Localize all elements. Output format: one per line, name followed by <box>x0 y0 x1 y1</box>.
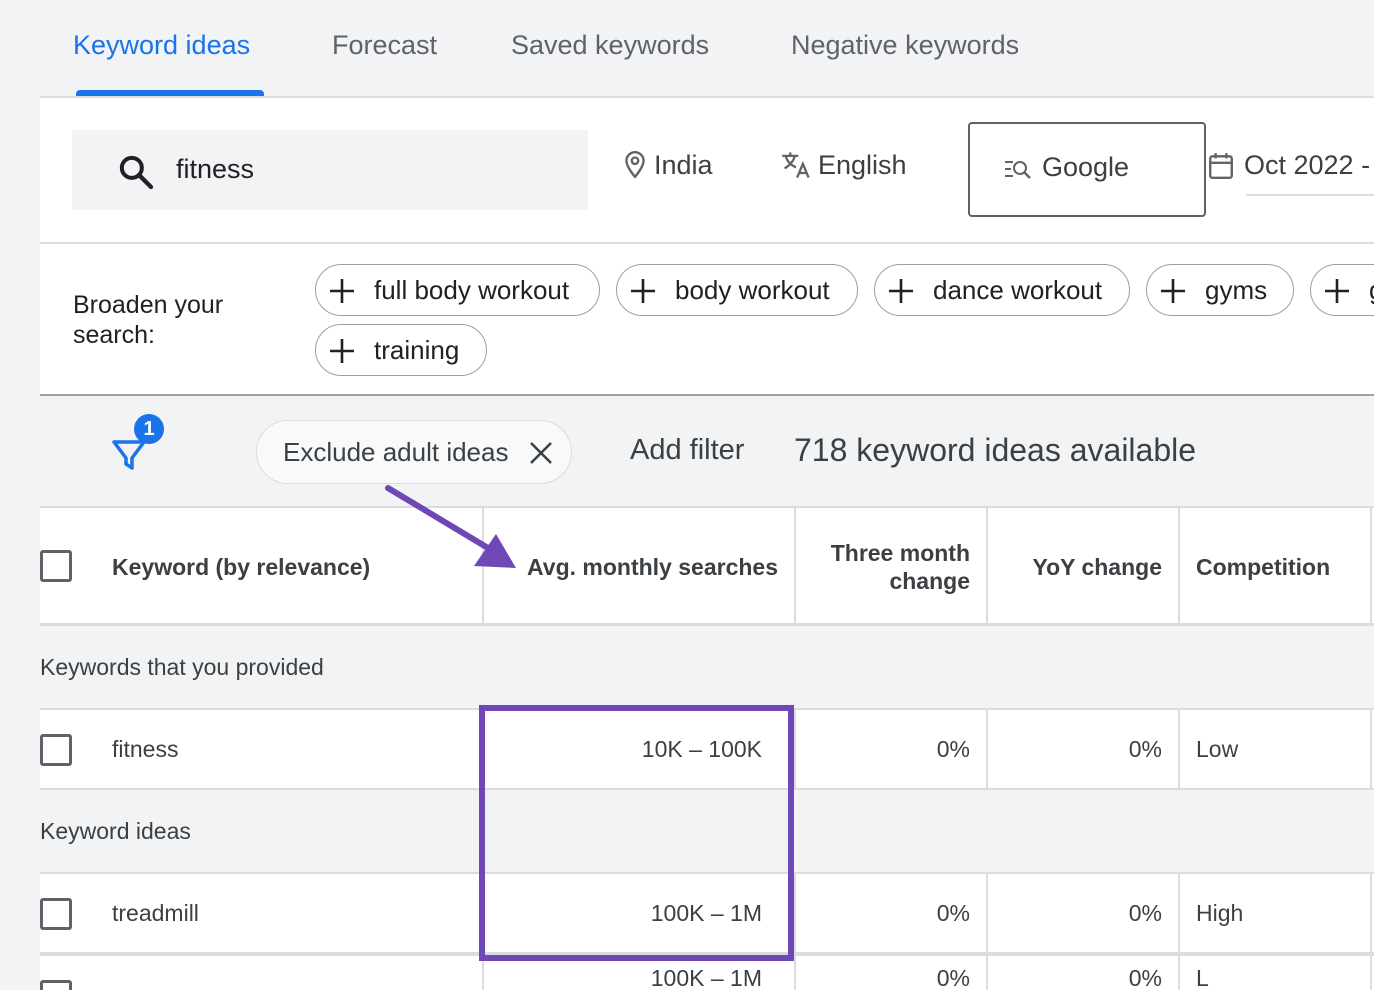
search-network-icon <box>1005 161 1031 179</box>
location-selector[interactable]: India <box>622 150 713 181</box>
location-label: India <box>654 150 713 180</box>
column-divider <box>1178 508 1180 626</box>
translate-icon <box>782 152 810 179</box>
keyword-search-input[interactable]: fitness <box>72 130 588 210</box>
annotation-arrow <box>385 485 516 568</box>
chip-label: training <box>374 335 460 365</box>
chip-label: dance workout <box>933 275 1103 305</box>
plus-icon <box>330 339 354 363</box>
three-month-cell: 0% <box>936 735 970 762</box>
network-selector[interactable]: Google <box>968 122 1206 217</box>
column-divider <box>1370 508 1372 626</box>
date-range-selector[interactable]: Oct 2022 - S <box>1208 150 1374 181</box>
date-range-label: Oct 2022 - S <box>1244 150 1374 180</box>
search-panel: fitness India English Google Oct 2022 - … <box>40 98 1374 396</box>
chip-label: full body workout <box>374 275 570 305</box>
add-filter-button[interactable]: Add filter <box>630 434 744 467</box>
keyword-ideas-count: 718 keyword ideas available <box>794 432 1197 468</box>
plus-icon <box>1161 279 1185 303</box>
filter-bar: 1 Exclude adult ideas Add filter 718 key… <box>40 396 1374 508</box>
plus-icon <box>1325 279 1349 303</box>
group-label-ideas: Keyword ideas <box>40 818 191 844</box>
broaden-chip-body-workout[interactable]: body workout <box>616 264 858 316</box>
tab-negative-keywords[interactable]: Negative keywords <box>791 30 1019 61</box>
broaden-label: Broaden your search: <box>73 291 224 349</box>
exclude-adult-ideas-chip[interactable]: Exclude adult ideas <box>256 420 572 484</box>
filter-chip-label: Exclude adult ideas <box>283 437 509 467</box>
keyword-cell: treadmill <box>112 899 199 926</box>
location-pin-icon <box>625 150 645 179</box>
row-checkbox[interactable] <box>40 980 72 990</box>
filter-count-badge: 1 <box>134 414 164 444</box>
chip-label: body workout <box>675 275 830 305</box>
plus-icon <box>330 279 354 303</box>
calendar-icon <box>1209 153 1233 180</box>
keyword-cell: fitness <box>112 735 179 762</box>
active-tab-indicator <box>76 90 264 96</box>
tab-saved-keywords[interactable]: Saved keywords <box>511 30 709 61</box>
yoy-cell: 0% <box>1128 899 1162 926</box>
divider <box>40 242 1374 244</box>
plus-icon <box>631 279 655 303</box>
column-header-competition[interactable]: Competition <box>1196 508 1366 626</box>
tab-forecast[interactable]: Forecast <box>332 30 437 61</box>
column-header-three-month-change[interactable]: Three month change <box>796 508 970 626</box>
yoy-cell: 0% <box>1128 964 1162 990</box>
search-icon <box>119 155 154 190</box>
broaden-chip-training[interactable]: training <box>315 324 487 376</box>
date-underline <box>1246 194 1374 196</box>
competition-cell: L <box>1196 964 1209 990</box>
language-label: English <box>818 150 907 180</box>
chip-label: gyms <box>1205 275 1268 305</box>
chip-label: g <box>1369 275 1374 305</box>
column-divider <box>1370 710 1372 788</box>
column-header-yoy-change[interactable]: YoY change <box>988 508 1162 626</box>
plus-icon <box>889 279 913 303</box>
three-month-cell: 0% <box>936 899 970 926</box>
row-checkbox[interactable] <box>40 734 72 766</box>
group-label-provided: Keywords that you provided <box>40 654 324 680</box>
competition-cell: High <box>1196 899 1244 926</box>
header-line-2: change <box>889 568 970 594</box>
select-all-checkbox[interactable] <box>40 550 72 582</box>
annotation-highlight-box <box>479 705 794 961</box>
column-divider <box>1370 956 1372 990</box>
broaden-chip-partial[interactable]: g <box>1310 264 1374 316</box>
column-divider <box>1178 710 1180 788</box>
network-label: Google <box>1042 152 1130 182</box>
close-icon[interactable] <box>529 441 553 465</box>
tab-keyword-ideas[interactable]: Keyword ideas <box>73 30 250 61</box>
search-query: fitness <box>176 154 255 184</box>
competition-cell: Low <box>1196 735 1239 762</box>
broaden-chip-dance-workout[interactable]: dance workout <box>874 264 1130 316</box>
broaden-chip-gyms[interactable]: gyms <box>1146 264 1294 316</box>
tab-bar: Keyword ideas Forecast Saved keywords Ne… <box>40 0 1374 98</box>
yoy-cell: 0% <box>1128 735 1162 762</box>
row-checkbox[interactable] <box>40 898 72 930</box>
language-selector[interactable]: English <box>780 150 907 181</box>
table-header: Keyword (by relevance) Avg. monthly sear… <box>40 508 1374 626</box>
column-divider <box>1370 874 1372 952</box>
broaden-chip-full-body-workout[interactable]: full body workout <box>315 264 600 316</box>
column-divider <box>1178 956 1180 990</box>
header-line-1: Three month <box>830 540 970 566</box>
three-month-cell: 0% <box>936 964 970 990</box>
column-divider <box>1178 874 1180 952</box>
